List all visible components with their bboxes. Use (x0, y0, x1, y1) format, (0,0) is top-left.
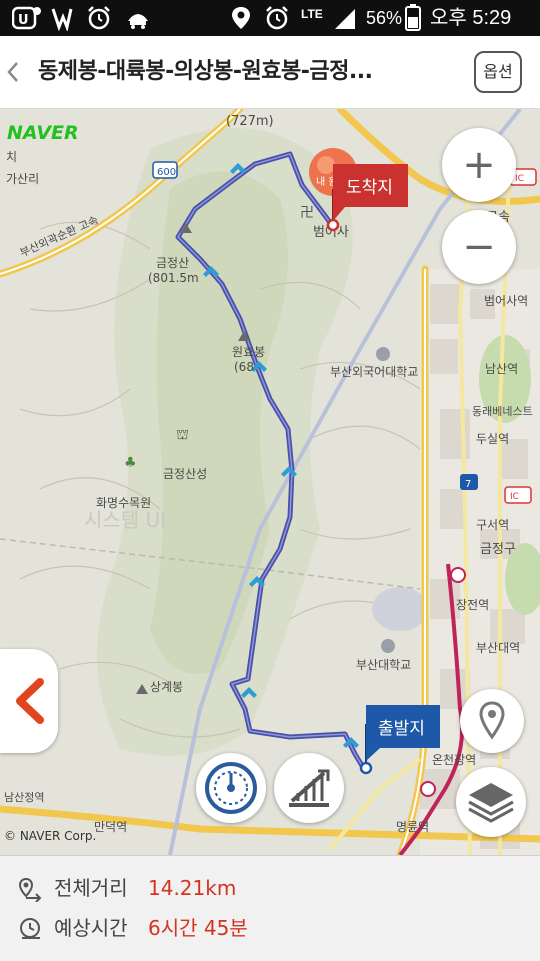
battery-percent: 56% (366, 8, 403, 28)
compass-button[interactable] (196, 753, 266, 823)
ic-label: IC (515, 174, 524, 184)
time-label: 예상시간 (54, 916, 128, 940)
app-notification-icon: U (12, 6, 41, 30)
options-button[interactable]: 옵션 (474, 51, 522, 93)
route-summary-panel: 전체거리 14.21km 예상시간 6시간 45분 (0, 855, 540, 961)
departure-label: 출발지 (378, 719, 425, 739)
chevron-left-icon (7, 62, 18, 82)
zoom-in-button[interactable]: + (442, 128, 516, 202)
chevron-left-icon (16, 678, 44, 724)
label-mandeok-station: 만덕역 (94, 820, 127, 834)
highway-number: 600 (157, 167, 176, 178)
label-busan-univ-station: 부산대역 (476, 641, 520, 655)
elevation-icon (289, 769, 330, 807)
status-bar: U LTE 56% 오후 5:29 (0, 0, 540, 36)
watermark-text: 시스템 UI (84, 508, 166, 532)
app-header: 동제봉-대륙봉-의상봉-원효봉-금정... 옵션 (0, 36, 540, 109)
map-view[interactable]: 卍 ⛫ ♣ 600 7 IC IC NAVER (727m) 치 가산리 부산외… (0, 109, 540, 855)
label-gasanri: 가산리 (6, 172, 39, 186)
label-dusil-station: 두실역 (476, 432, 509, 446)
svg-text:U: U (18, 13, 29, 28)
label-jangjeon-station: 장전역 (456, 598, 489, 612)
alarm-icon (88, 6, 110, 30)
label-chi: 치 (6, 150, 17, 164)
label-guseo-station: 구서역 (476, 518, 509, 532)
label-dongrae-benest: 동래베네스트 (472, 405, 533, 418)
alarm-icon-2 (266, 6, 288, 30)
location-pin-icon (479, 701, 505, 740)
map-copyright: © NAVER Corp. (4, 829, 96, 843)
ic-label-2: IC (510, 492, 519, 502)
back-button[interactable] (4, 56, 22, 88)
route-distance-icon (18, 877, 42, 902)
distance-label: 전체거리 (54, 876, 128, 900)
tree-icon: ♣ (124, 455, 137, 471)
battery-icon (405, 4, 421, 31)
label-geumjeongsan: 금정산 (156, 256, 189, 270)
signal-boost-icon (51, 8, 73, 31)
map-layers-button[interactable] (456, 767, 526, 837)
campus-area (372, 587, 428, 631)
fortress-icon: ⛫ (176, 427, 189, 443)
label-oncheonjang-station: 온천장역 (432, 752, 476, 767)
layers-icon (468, 783, 514, 823)
university-icon-2 (381, 639, 395, 653)
naver-logo: NAVER (7, 122, 79, 144)
university-icon (376, 347, 390, 361)
clock-icon (20, 918, 40, 939)
zoom-out-button[interactable]: − (442, 210, 516, 284)
app-notification-icon-2 (128, 14, 148, 29)
my-location-button[interactable] (460, 689, 524, 753)
label-bufs: 부산외국어대학교 (330, 365, 418, 379)
label-naksan-station: 남산정역 (4, 791, 44, 804)
label-myeongnyun-station: 명륜역 (396, 820, 429, 834)
clock: 오후 5:29 (430, 7, 512, 29)
label-sanggyebong: 상계봉 (150, 680, 183, 694)
label-geumjeong-fortress: 금정산성 (163, 467, 207, 481)
time-value: 6시간 45분 (148, 916, 248, 940)
temple-icon: 卍 (300, 205, 314, 221)
location-status-icon (232, 7, 250, 29)
label-wonhyobong-elevation: (68 (234, 360, 254, 374)
distance-value: 14.21km (148, 876, 237, 900)
arrival-label: 도착지 (346, 178, 393, 198)
label-wonhyobong: 원효봉 (232, 345, 265, 359)
label-namsan-station: 남산역 (485, 362, 518, 376)
label-pnu: 부산대학교 (356, 658, 411, 672)
route-title: 동제봉-대륙봉-의상봉-원효봉-금정... (38, 59, 373, 84)
gauge-icon (205, 762, 257, 814)
label-geumjeongsan-elevation: (801.5m (148, 271, 199, 285)
elevation-profile-button[interactable] (274, 753, 344, 823)
label-geumjeong-gu: 금정구 (480, 542, 516, 557)
network-type: LTE (301, 7, 323, 21)
signal-strength-icon (335, 9, 355, 29)
route-number: 7 (465, 479, 471, 490)
label-elevation-727: (727m) (226, 114, 274, 129)
label-beomeosa-station: 범어사역 (484, 294, 528, 308)
side-panel-toggle[interactable] (0, 649, 58, 753)
